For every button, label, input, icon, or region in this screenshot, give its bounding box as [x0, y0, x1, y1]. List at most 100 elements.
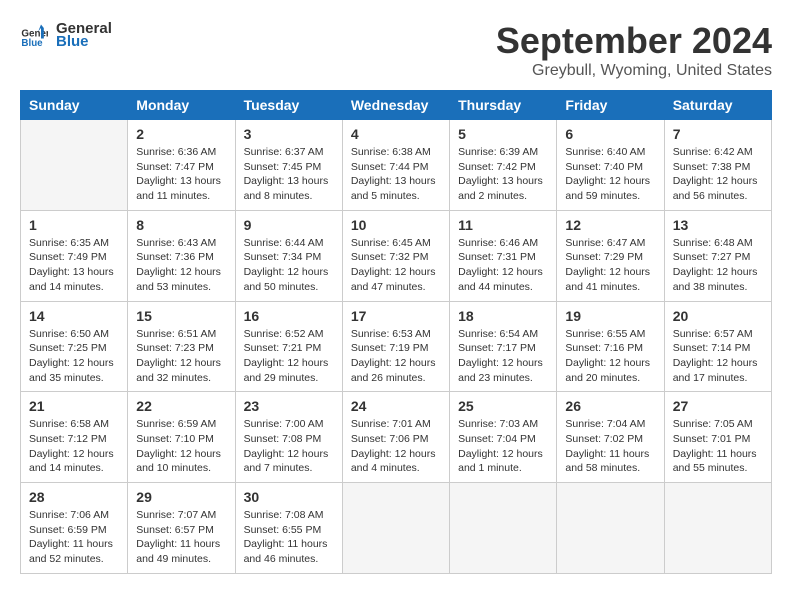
day-info: Sunrise: 6:40 AMSunset: 7:40 PMDaylight:… — [565, 145, 655, 204]
day-info: Sunrise: 6:47 AMSunset: 7:29 PMDaylight:… — [565, 236, 655, 295]
day-info: Sunrise: 6:50 AMSunset: 7:25 PMDaylight:… — [29, 327, 119, 386]
day-info: Sunrise: 6:38 AMSunset: 7:44 PMDaylight:… — [351, 145, 441, 204]
table-row: 26 Sunrise: 7:04 AMSunset: 7:02 PMDaylig… — [557, 392, 664, 483]
day-number: 2 — [136, 126, 226, 142]
table-row: 5 Sunrise: 6:39 AMSunset: 7:42 PMDayligh… — [450, 120, 557, 211]
day-info: Sunrise: 7:06 AMSunset: 6:59 PMDaylight:… — [29, 508, 119, 567]
col-tuesday: Tuesday — [235, 91, 342, 120]
table-row: 22 Sunrise: 6:59 AMSunset: 7:10 PMDaylig… — [128, 392, 235, 483]
day-number: 4 — [351, 126, 441, 142]
day-number: 5 — [458, 126, 548, 142]
table-row — [450, 483, 557, 574]
col-saturday: Saturday — [664, 91, 771, 120]
day-number: 13 — [673, 217, 763, 233]
day-number: 17 — [351, 308, 441, 324]
day-number: 28 — [29, 489, 119, 505]
day-number: 6 — [565, 126, 655, 142]
col-wednesday: Wednesday — [342, 91, 449, 120]
calendar-row-week1: 2 Sunrise: 6:36 AMSunset: 7:47 PMDayligh… — [21, 120, 772, 211]
table-row — [342, 483, 449, 574]
page-header: General Blue General Blue September 2024… — [20, 20, 772, 80]
table-row: 24 Sunrise: 7:01 AMSunset: 7:06 PMDaylig… — [342, 392, 449, 483]
day-number: 8 — [136, 217, 226, 233]
table-row: 13 Sunrise: 6:48 AMSunset: 7:27 PMDaylig… — [664, 210, 771, 301]
day-info: Sunrise: 7:08 AMSunset: 6:55 PMDaylight:… — [244, 508, 334, 567]
day-info: Sunrise: 6:52 AMSunset: 7:21 PMDaylight:… — [244, 327, 334, 386]
day-info: Sunrise: 7:05 AMSunset: 7:01 PMDaylight:… — [673, 417, 763, 476]
day-info: Sunrise: 6:39 AMSunset: 7:42 PMDaylight:… — [458, 145, 548, 204]
day-info: Sunrise: 6:55 AMSunset: 7:16 PMDaylight:… — [565, 327, 655, 386]
table-row — [664, 483, 771, 574]
calendar-row-week3: 14 Sunrise: 6:50 AMSunset: 7:25 PMDaylig… — [21, 301, 772, 392]
day-number: 27 — [673, 398, 763, 414]
table-row: 19 Sunrise: 6:55 AMSunset: 7:16 PMDaylig… — [557, 301, 664, 392]
day-number: 16 — [244, 308, 334, 324]
day-number: 22 — [136, 398, 226, 414]
calendar-row-week5: 28 Sunrise: 7:06 AMSunset: 6:59 PMDaylig… — [21, 483, 772, 574]
day-number: 3 — [244, 126, 334, 142]
day-info: Sunrise: 7:01 AMSunset: 7:06 PMDaylight:… — [351, 417, 441, 476]
day-number: 10 — [351, 217, 441, 233]
table-row: 27 Sunrise: 7:05 AMSunset: 7:01 PMDaylig… — [664, 392, 771, 483]
table-row: 30 Sunrise: 7:08 AMSunset: 6:55 PMDaylig… — [235, 483, 342, 574]
table-row: 3 Sunrise: 6:37 AMSunset: 7:45 PMDayligh… — [235, 120, 342, 211]
table-row: 20 Sunrise: 6:57 AMSunset: 7:14 PMDaylig… — [664, 301, 771, 392]
day-number: 20 — [673, 308, 763, 324]
table-row: 9 Sunrise: 6:44 AMSunset: 7:34 PMDayligh… — [235, 210, 342, 301]
table-row: 11 Sunrise: 6:46 AMSunset: 7:31 PMDaylig… — [450, 210, 557, 301]
table-row: 16 Sunrise: 6:52 AMSunset: 7:21 PMDaylig… — [235, 301, 342, 392]
table-row: 12 Sunrise: 6:47 AMSunset: 7:29 PMDaylig… — [557, 210, 664, 301]
day-number: 14 — [29, 308, 119, 324]
logo: General Blue General Blue — [20, 20, 112, 50]
day-info: Sunrise: 6:51 AMSunset: 7:23 PMDaylight:… — [136, 327, 226, 386]
day-number: 7 — [673, 126, 763, 142]
day-info: Sunrise: 6:46 AMSunset: 7:31 PMDaylight:… — [458, 236, 548, 295]
table-row: 21 Sunrise: 6:58 AMSunset: 7:12 PMDaylig… — [21, 392, 128, 483]
svg-text:Blue: Blue — [21, 38, 43, 49]
day-number: 29 — [136, 489, 226, 505]
calendar-row-week4: 21 Sunrise: 6:58 AMSunset: 7:12 PMDaylig… — [21, 392, 772, 483]
day-info: Sunrise: 6:53 AMSunset: 7:19 PMDaylight:… — [351, 327, 441, 386]
table-row: 4 Sunrise: 6:38 AMSunset: 7:44 PMDayligh… — [342, 120, 449, 211]
day-number: 18 — [458, 308, 548, 324]
day-info: Sunrise: 6:45 AMSunset: 7:32 PMDaylight:… — [351, 236, 441, 295]
day-info: Sunrise: 7:03 AMSunset: 7:04 PMDaylight:… — [458, 417, 548, 476]
day-number: 24 — [351, 398, 441, 414]
calendar-header-row: Sunday Monday Tuesday Wednesday Thursday… — [21, 91, 772, 120]
table-row: 7 Sunrise: 6:42 AMSunset: 7:38 PMDayligh… — [664, 120, 771, 211]
table-row: 29 Sunrise: 7:07 AMSunset: 6:57 PMDaylig… — [128, 483, 235, 574]
calendar-table: Sunday Monday Tuesday Wednesday Thursday… — [20, 90, 772, 574]
table-row: 1 Sunrise: 6:35 AMSunset: 7:49 PMDayligh… — [21, 210, 128, 301]
title-block: September 2024 Greybull, Wyoming, United… — [496, 20, 772, 80]
col-monday: Monday — [128, 91, 235, 120]
day-info: Sunrise: 6:59 AMSunset: 7:10 PMDaylight:… — [136, 417, 226, 476]
day-info: Sunrise: 6:57 AMSunset: 7:14 PMDaylight:… — [673, 327, 763, 386]
day-info: Sunrise: 6:35 AMSunset: 7:49 PMDaylight:… — [29, 236, 119, 295]
day-number: 11 — [458, 217, 548, 233]
day-info: Sunrise: 7:07 AMSunset: 6:57 PMDaylight:… — [136, 508, 226, 567]
day-info: Sunrise: 6:54 AMSunset: 7:17 PMDaylight:… — [458, 327, 548, 386]
day-number: 9 — [244, 217, 334, 233]
table-row: 6 Sunrise: 6:40 AMSunset: 7:40 PMDayligh… — [557, 120, 664, 211]
day-info: Sunrise: 6:36 AMSunset: 7:47 PMDaylight:… — [136, 145, 226, 204]
logo-icon: General Blue — [20, 21, 48, 49]
day-number: 23 — [244, 398, 334, 414]
day-info: Sunrise: 6:37 AMSunset: 7:45 PMDaylight:… — [244, 145, 334, 204]
day-info: Sunrise: 7:04 AMSunset: 7:02 PMDaylight:… — [565, 417, 655, 476]
day-number: 30 — [244, 489, 334, 505]
day-info: Sunrise: 7:00 AMSunset: 7:08 PMDaylight:… — [244, 417, 334, 476]
day-number: 26 — [565, 398, 655, 414]
table-row: 25 Sunrise: 7:03 AMSunset: 7:04 PMDaylig… — [450, 392, 557, 483]
table-row: 8 Sunrise: 6:43 AMSunset: 7:36 PMDayligh… — [128, 210, 235, 301]
day-info: Sunrise: 6:48 AMSunset: 7:27 PMDaylight:… — [673, 236, 763, 295]
day-info: Sunrise: 6:44 AMSunset: 7:34 PMDaylight:… — [244, 236, 334, 295]
table-row — [557, 483, 664, 574]
day-number: 21 — [29, 398, 119, 414]
col-friday: Friday — [557, 91, 664, 120]
table-row: 2 Sunrise: 6:36 AMSunset: 7:47 PMDayligh… — [128, 120, 235, 211]
location-text: Greybull, Wyoming, United States — [496, 62, 772, 80]
day-number: 15 — [136, 308, 226, 324]
day-info: Sunrise: 6:58 AMSunset: 7:12 PMDaylight:… — [29, 417, 119, 476]
table-row: 14 Sunrise: 6:50 AMSunset: 7:25 PMDaylig… — [21, 301, 128, 392]
table-row: 15 Sunrise: 6:51 AMSunset: 7:23 PMDaylig… — [128, 301, 235, 392]
